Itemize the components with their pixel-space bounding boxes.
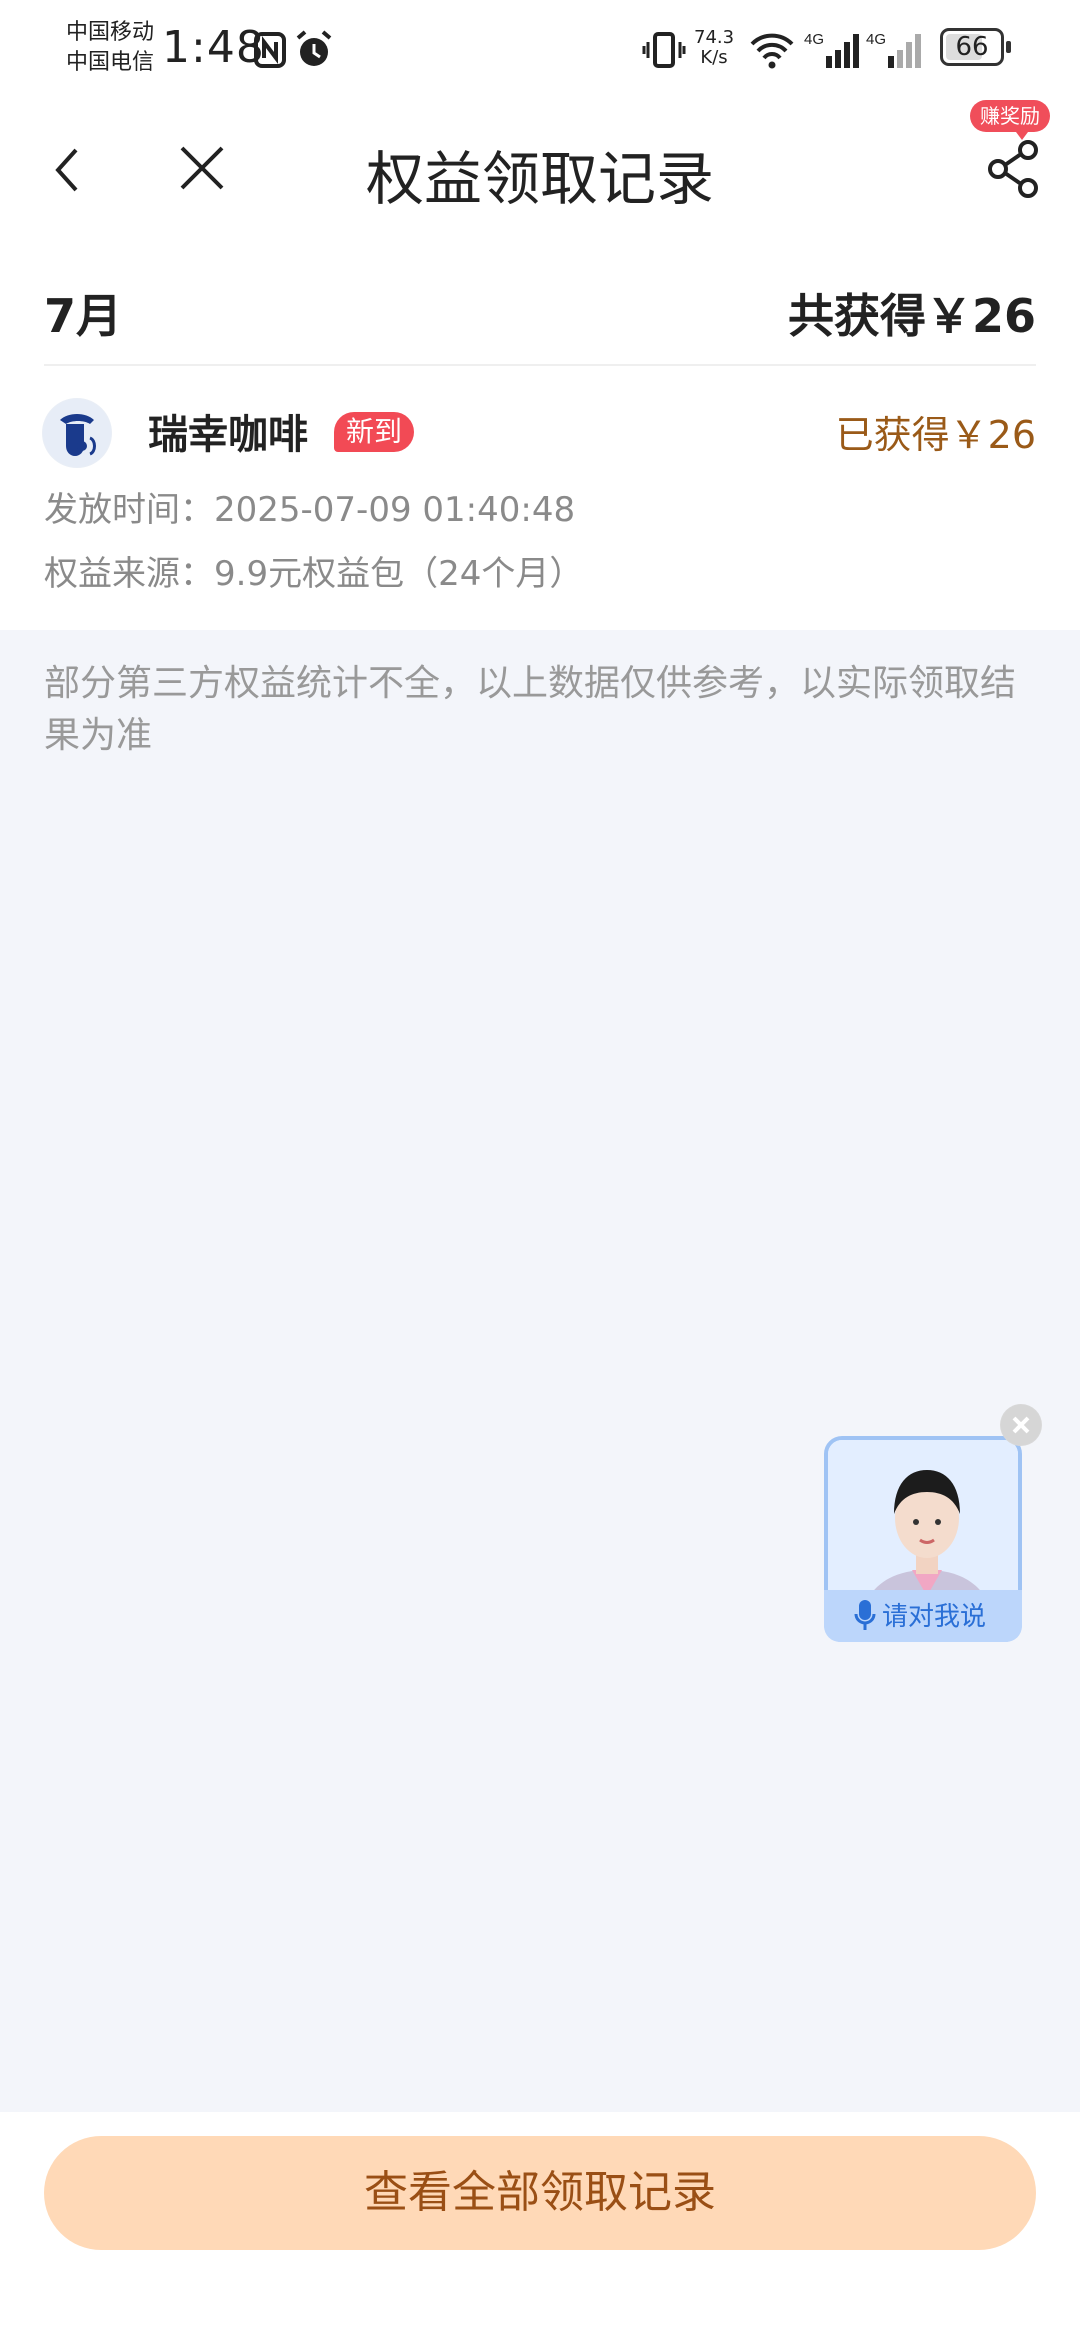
assistant-widget[interactable]: 请对我说 — [824, 1400, 1042, 1648]
signal-icon: 4G — [804, 31, 859, 68]
carrier-labels: 中国移动 中国电信 — [66, 18, 154, 78]
net-speed-value: 74.3 — [694, 27, 735, 48]
view-all-records-button[interactable]: 查看全部领取记录 — [44, 2136, 1036, 2250]
record-card: 7月 共获得￥26 瑞幸咖啡 新到 已获得￥26 发放时间：2025-07-09… — [0, 240, 1080, 630]
top-nav: 权益领取记录 赚奖励 — [0, 100, 1080, 240]
carrier-1: 中国移动 — [66, 20, 155, 45]
battery-icon: 66 — [940, 28, 1011, 66]
signal-1-label: 4G — [804, 31, 824, 48]
signal-2-label: 4G — [866, 31, 886, 48]
microphone-icon — [854, 1600, 876, 1630]
total-earned: 共获得￥26 — [787, 289, 1036, 343]
nfc-icon — [254, 32, 286, 68]
speak-label: 请对我说 — [882, 1602, 987, 1632]
reward-badge[interactable]: 赚奖励 — [970, 100, 1050, 140]
net-speed-unit: K/s — [700, 47, 728, 68]
share-icon[interactable] — [982, 136, 1048, 202]
signal-icon: 4G — [866, 31, 921, 68]
brand-name: 瑞幸咖啡 — [148, 412, 308, 458]
vibrate-icon — [642, 32, 686, 68]
net-speed: 74.3 K/s — [694, 28, 734, 68]
status-bar: 中国移动 中国电信 1:48 74.3 K/s 4G 4G 66 — [0, 0, 1080, 100]
carrier-2: 中国电信 — [66, 50, 155, 75]
month-label: 7月 — [44, 289, 123, 343]
battery-level: 66 — [955, 32, 989, 62]
earned-amount: 已获得￥26 — [835, 413, 1036, 457]
alarm-icon — [296, 30, 332, 66]
bottom-bar: 查看全部领取记录 — [0, 2112, 1080, 2340]
luckin-logo-icon — [43, 399, 111, 467]
disclaimer-note: 部分第三方权益统计不全，以上数据仅供参考，以实际领取结果为准 — [44, 663, 1017, 756]
new-badge: 新到 — [334, 412, 415, 452]
page-title: 权益领取记录 — [365, 145, 714, 213]
wifi-icon — [750, 33, 794, 69]
close-icon[interactable] — [1000, 1404, 1042, 1446]
issue-time: 发放时间：2025-07-09 01:40:48 — [44, 490, 576, 530]
brand-logo — [42, 398, 112, 468]
divider — [44, 364, 1036, 366]
benefit-source: 权益来源：9.9元权益包（24个月） — [44, 554, 584, 594]
